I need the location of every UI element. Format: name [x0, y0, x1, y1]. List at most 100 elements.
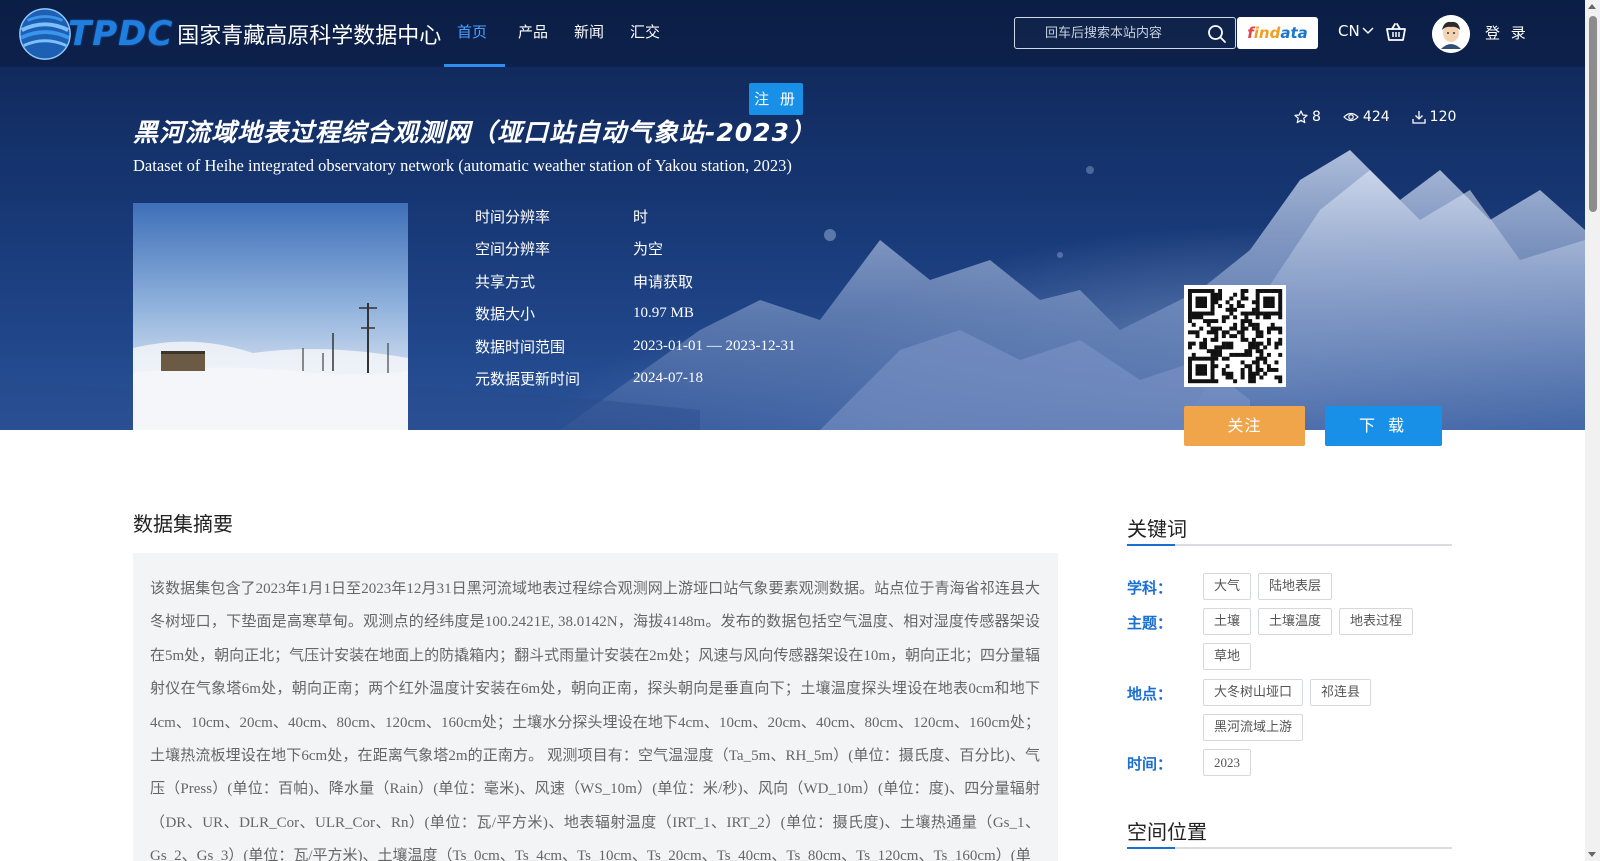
site-logo[interactable]: TPDC 国家青藏高原科学数据中心	[16, 4, 441, 64]
qr-module	[1203, 345, 1207, 350]
downloads-count: 120	[1429, 109, 1457, 125]
keyword-group-subject: 学科： 大气 陆地表层	[1127, 573, 1453, 608]
qr-module	[1263, 315, 1268, 320]
stars-stat[interactable]: 8	[1294, 109, 1321, 125]
keyword-tag[interactable]: 大气	[1203, 573, 1252, 600]
qr-module	[1240, 352, 1245, 357]
qr-module	[1248, 367, 1253, 372]
qr-module	[1221, 371, 1226, 376]
search-input[interactable]	[1015, 18, 1195, 48]
meta-row: 数据时间范围 2023-01-01 — 2023-12-31	[475, 330, 795, 363]
nav-item-news[interactable]: 新闻	[561, 0, 617, 67]
qr-module	[1210, 296, 1215, 301]
qr-module	[1206, 311, 1211, 316]
qr-module	[1259, 349, 1264, 354]
qr-module	[1263, 300, 1268, 305]
qr-module	[1236, 352, 1241, 357]
qr-module	[1244, 296, 1249, 301]
qr-module	[1248, 311, 1253, 316]
nav-item-products[interactable]: 产品	[505, 0, 561, 67]
meta-row: 元数据更新时间 2024-07-18	[475, 363, 795, 396]
qr-module	[1244, 326, 1249, 331]
qr-module	[1191, 311, 1196, 316]
qr-module	[1203, 319, 1207, 324]
qr-module	[1214, 364, 1219, 369]
language-switch[interactable]: CN	[1338, 22, 1374, 40]
scroll-down-arrow-icon[interactable]	[1588, 852, 1596, 857]
qr-module	[1218, 326, 1223, 331]
qr-module	[1221, 367, 1226, 372]
qr-module	[1255, 300, 1260, 305]
nav-item-home[interactable]: 首页	[444, 0, 506, 67]
qr-module	[1251, 311, 1256, 316]
qr-module	[1233, 352, 1238, 357]
dataset-meta: 时间分辨率 时 空间分辨率 为空 共享方式 申请获取 数据大小 10.97 MB…	[475, 200, 795, 395]
qr-module	[1266, 367, 1271, 372]
qr-module	[1206, 349, 1211, 354]
meta-value: 2023-01-01 — 2023-12-31	[633, 337, 796, 354]
findata-button[interactable]: f ind ata	[1237, 17, 1318, 49]
qr-module	[1251, 322, 1256, 327]
qr-module	[1278, 300, 1283, 305]
keyword-tag[interactable]: 陆地表层	[1258, 573, 1333, 600]
keyword-tag[interactable]: 土壤温度	[1258, 608, 1333, 635]
user-avatar[interactable]	[1432, 15, 1470, 53]
main-nav: 首页 产品 新闻 汇交	[444, 0, 673, 67]
qr-module	[1188, 289, 1192, 293]
qr-module	[1203, 379, 1207, 384]
keyword-tag[interactable]: 黑河流域上游	[1203, 714, 1304, 741]
scrollbar-thumb[interactable]	[1589, 16, 1597, 212]
qr-module	[1251, 341, 1256, 346]
meta-value: 为空	[633, 242, 664, 259]
qr-module	[1210, 319, 1215, 324]
qr-module	[1188, 356, 1192, 361]
qr-module	[1266, 296, 1271, 301]
page-scrollbar[interactable]	[1585, 0, 1600, 861]
qr-module	[1195, 379, 1200, 384]
keyword-tag[interactable]: 土壤	[1203, 608, 1252, 635]
qr-module	[1229, 334, 1234, 339]
meta-label: 元数据更新时间	[475, 370, 581, 389]
qr-module	[1255, 364, 1260, 369]
qr-module	[1244, 289, 1249, 293]
keyword-tag[interactable]: 地表过程	[1339, 608, 1414, 635]
keyword-tag[interactable]: 2023	[1203, 749, 1251, 776]
follow-button[interactable]: 关注	[1184, 406, 1305, 446]
downloads-stat: 120	[1412, 109, 1457, 125]
qr-module	[1233, 315, 1238, 320]
keyword-tag[interactable]: 草地	[1203, 643, 1252, 670]
qr-module	[1225, 330, 1230, 335]
qr-module	[1255, 360, 1260, 365]
search-icon[interactable]	[1207, 24, 1227, 44]
nav-item-submit[interactable]: 汇交	[617, 0, 673, 67]
qr-module	[1270, 289, 1275, 293]
keyword-tag[interactable]: 大冬树山垭口	[1203, 679, 1304, 706]
meta-row: 空间分辨率 为空	[475, 233, 795, 266]
login-link[interactable]: 登 录	[1485, 22, 1529, 43]
download-button[interactable]: 下 载	[1325, 406, 1442, 446]
qr-module	[1248, 371, 1253, 376]
qr-module	[1229, 326, 1234, 331]
qr-module	[1210, 367, 1215, 372]
qr-module	[1191, 379, 1196, 384]
qr-module	[1266, 337, 1271, 342]
register-button[interactable]: 注 册	[749, 83, 803, 115]
cart-icon[interactable]	[1385, 21, 1407, 43]
qr-module	[1188, 341, 1192, 346]
qr-module	[1210, 307, 1215, 312]
qr-module	[1203, 304, 1207, 308]
qr-module	[1225, 356, 1230, 361]
scroll-up-arrow-icon[interactable]	[1588, 4, 1596, 9]
dataset-thumbnail[interactable]	[133, 203, 408, 430]
qr-module	[1259, 289, 1264, 293]
keywords-title: 关键词	[1127, 517, 1187, 541]
keyword-tag[interactable]: 祁连县	[1310, 679, 1372, 706]
user-avatar-icon	[1432, 15, 1470, 53]
qr-module	[1225, 345, 1230, 350]
qr-module	[1203, 367, 1207, 372]
qr-module	[1188, 296, 1192, 301]
qr-module	[1203, 300, 1207, 305]
qr-module	[1221, 334, 1226, 339]
qr-module	[1191, 352, 1196, 357]
qr-module	[1255, 304, 1260, 308]
